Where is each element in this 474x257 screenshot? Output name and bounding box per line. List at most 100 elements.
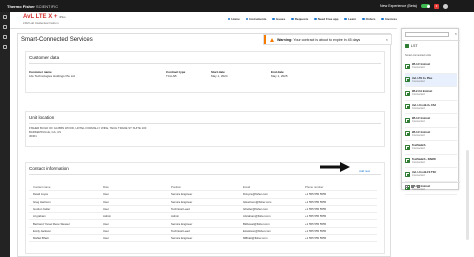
item-text: WL2-CA Instruct Connected <box>412 90 432 96</box>
nav-issues[interactable]: Issues <box>272 17 285 21</box>
table-row[interactable]: Al graham Admin Admin AGraham@fisher.com… <box>29 213 377 221</box>
request-icon <box>291 17 294 21</box>
contact-phone: +1 555 555 5555 <box>305 192 327 197</box>
logo-text: Thermo Fisher <box>7 3 35 9</box>
list-item[interactable]: TestSwitch Connected <box>405 141 457 155</box>
notification-badge[interactable]: 3 <box>434 3 439 9</box>
nav-home[interactable]: Home <box>227 17 240 21</box>
field-value: TCA AB <box>166 74 177 78</box>
item-text: WL4-F Instruct Connected <box>412 117 430 123</box>
nav-instruments[interactable]: Instruments <box>245 17 267 21</box>
beta-toggle[interactable] <box>421 4 430 8</box>
panel-header: × <box>402 29 460 41</box>
contact-phone: +1 555 555 5555 <box>305 214 327 219</box>
contact-role: User <box>103 228 109 233</box>
warning-icon <box>270 37 274 42</box>
item-text: AvL LTE X+ Plus Connected <box>412 77 432 83</box>
instrument-icon <box>405 63 410 69</box>
instrument-icon <box>405 77 410 83</box>
list-item[interactable]: WL4-F Instruct Connected <box>405 60 457 74</box>
product-bar: AvL LTE X + iPlus LSM Lab Intellectual I… <box>10 12 397 29</box>
table-row[interactable]: Mahiel Bhatt User Service Engineer MBhat… <box>29 235 377 243</box>
item-text: TestSwitch - RAMO Connected <box>412 158 436 164</box>
table-row[interactable]: Greg Harrison User Service Engineer GHar… <box>29 199 377 206</box>
add-contact-link[interactable]: Add new <box>359 169 370 173</box>
nav-label: Need Free app <box>317 17 339 21</box>
panel-subheading: Smart-connected units <box>405 54 431 57</box>
contact-email: EJackson@fisher.com <box>243 228 271 233</box>
apps-icon[interactable] <box>3 35 7 39</box>
contact-email: DJoyce@fisher.com <box>243 192 268 197</box>
brand-logo[interactable]: Thermo Fisher SCIENTIFIC <box>7 4 58 9</box>
next-icon[interactable] <box>411 184 414 188</box>
close-icon[interactable]: × <box>455 31 457 36</box>
item-status: Connected <box>412 160 425 164</box>
item-status: Connected <box>412 147 425 151</box>
instrument-icon <box>405 104 410 110</box>
list-item[interactable]: TestSwitch - RAMO Connected <box>405 155 457 168</box>
table-row[interactable]: David Joyce User Service Engineer DJoyce… <box>29 191 377 199</box>
contact-phone: +1 555 555 5555 <box>305 207 327 212</box>
menu-icon[interactable] <box>3 15 7 19</box>
settings-icon[interactable] <box>417 184 420 188</box>
avatar[interactable] <box>443 3 448 9</box>
item-text: AvL LX-LxE-F3 TSC Connected <box>412 171 436 177</box>
warning-label: Warning: <box>277 37 293 42</box>
product-title-text: AvL LTE X + <box>23 14 58 20</box>
units-panel: × LST Smart-connected units WL4-F Instru… <box>401 28 460 195</box>
nav-free-app[interactable]: Need Free app <box>314 17 338 21</box>
list-item[interactable]: AvL LX-LxE-X+ FA2 Connected <box>405 101 457 114</box>
panel-search-input[interactable] <box>405 32 449 37</box>
contact-email: GKeller@fisher.com <box>243 207 268 212</box>
learn-icon <box>344 17 347 21</box>
contact-name: Emily Jackson <box>33 228 51 233</box>
item-status: Connected <box>412 133 425 137</box>
contact-role: User <box>103 236 109 241</box>
item-status: Connected <box>412 106 425 110</box>
main-panel: Smart-Connected Services Warning: Your c… <box>17 33 392 257</box>
column-header: Position <box>171 185 181 190</box>
nav-label: Home <box>231 17 240 21</box>
list-item[interactable]: WL4-F Instruct Connected <box>405 114 457 128</box>
item-text: WL4-F Instruct Connected <box>412 63 430 69</box>
table-row[interactable]: Emily Jackson User Technical Lead EJacks… <box>29 228 377 236</box>
instrument-icon <box>405 90 410 96</box>
issue-icon <box>272 17 275 21</box>
scrollbar[interactable] <box>466 150 469 240</box>
nav-requests[interactable]: Requests <box>291 17 308 21</box>
list-item[interactable]: AvL LTE X+ Plus Connected <box>405 73 457 87</box>
customer-title: Customer data <box>29 55 60 60</box>
logo-accent: SCIENTIFIC <box>35 3 59 9</box>
settings-icon[interactable] <box>3 45 7 49</box>
home-icon[interactable] <box>3 25 7 29</box>
contact-position: Service Engineer <box>171 192 193 197</box>
nav-invoices[interactable]: Invoices <box>381 17 397 21</box>
panel-footer <box>402 182 460 189</box>
home-icon <box>227 17 231 21</box>
prev-icon[interactable] <box>405 184 408 188</box>
product-subtitle: LSM Lab Intellectual Instrum <box>23 21 59 25</box>
column-header: Phone number <box>305 185 324 190</box>
list-item[interactable]: AvL LX-LxE-F3 TSC Connected <box>405 168 457 182</box>
contact-position: Admin <box>171 214 179 219</box>
table-row[interactable]: Bertrand Ytevel Rene Wessel User Service… <box>29 220 377 228</box>
list-item[interactable]: WL2-CA Instruct Connected <box>405 87 457 101</box>
instrument-icon <box>405 131 410 137</box>
item-status: Connected <box>412 79 425 83</box>
contact-position: Technical Lead <box>171 228 190 233</box>
warning-text: Warning: Your contract is about to expir… <box>277 38 360 42</box>
item-status: Connected <box>412 174 425 178</box>
customer-section: Customer data Customer name Contract typ… <box>25 51 385 93</box>
panel-tab[interactable]: LST <box>405 44 418 48</box>
field-value: Life Technologies Holdings Pte Ltd <box>29 74 75 78</box>
contact-name: Mahiel Bhatt <box>33 236 49 241</box>
list-item[interactable]: WL4-F Instruct Connected <box>405 128 457 141</box>
nav-label: Instruments <box>249 17 267 21</box>
nav-learn[interactable]: Learn <box>344 17 356 21</box>
table-row[interactable]: Gordon Keller User Technical Lead GKelle… <box>29 206 377 214</box>
close-icon[interactable]: × <box>386 37 388 42</box>
contact-phone: +1 555 555 5555 <box>305 228 327 233</box>
divider <box>29 174 381 175</box>
column-header: Contact name <box>33 185 51 190</box>
nav-orders[interactable]: Orders <box>362 17 375 21</box>
